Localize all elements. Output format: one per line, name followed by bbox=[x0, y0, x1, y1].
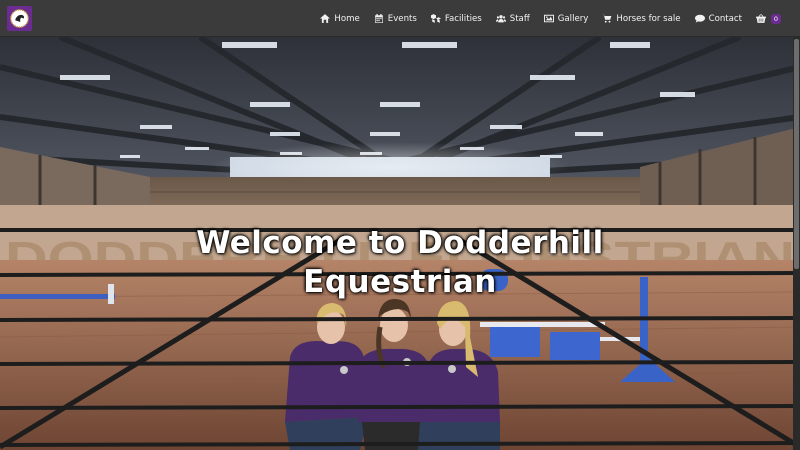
basket-icon bbox=[756, 14, 766, 23]
image-icon bbox=[543, 14, 554, 23]
nav-facilities-label: Facilities bbox=[444, 13, 482, 24]
users-icon bbox=[495, 15, 506, 23]
nav-cart[interactable]: 0 bbox=[756, 13, 781, 24]
site-logo[interactable] bbox=[7, 6, 32, 31]
nav-menu: Home Events Facilities Staff Gallery Hor… bbox=[320, 0, 781, 37]
home-icon bbox=[320, 14, 331, 23]
cart-count-badge: 0 bbox=[771, 13, 781, 24]
equestrian-logo-icon bbox=[10, 9, 29, 28]
nav-horses-for-sale[interactable]: Horses for sale bbox=[602, 13, 681, 24]
hero-banner: DODDERHILL EQUESTRIAN Welcome to Dodderh… bbox=[0, 37, 800, 450]
cubes-icon bbox=[430, 14, 441, 23]
nav-horses-for-sale-label: Horses for sale bbox=[616, 13, 681, 24]
nav-staff[interactable]: Staff bbox=[495, 13, 530, 24]
nav-gallery[interactable]: Gallery bbox=[543, 13, 589, 24]
nav-staff-label: Staff bbox=[509, 13, 530, 24]
nav-events-label: Events bbox=[387, 13, 417, 24]
shopping-cart-icon bbox=[602, 14, 612, 23]
nav-facilities[interactable]: Facilities bbox=[430, 13, 482, 24]
hero-heading-line-2: Equestrian bbox=[303, 264, 497, 300]
nav-home[interactable]: Home bbox=[320, 13, 360, 24]
top-navbar: Home Events Facilities Staff Gallery Hor… bbox=[0, 0, 800, 37]
calendar-icon bbox=[374, 14, 383, 23]
nav-home-label: Home bbox=[334, 13, 360, 24]
hero-heading: Welcome to Dodderhill Equestrian bbox=[0, 224, 800, 302]
comment-icon bbox=[694, 14, 705, 23]
staff-photo-group bbox=[285, 299, 500, 450]
nav-contact[interactable]: Contact bbox=[694, 13, 742, 24]
nav-contact-label: Contact bbox=[708, 13, 742, 24]
nav-events[interactable]: Events bbox=[374, 14, 417, 24]
hero-heading-line-1: Welcome to Dodderhill bbox=[196, 225, 604, 261]
nav-gallery-label: Gallery bbox=[557, 13, 589, 24]
